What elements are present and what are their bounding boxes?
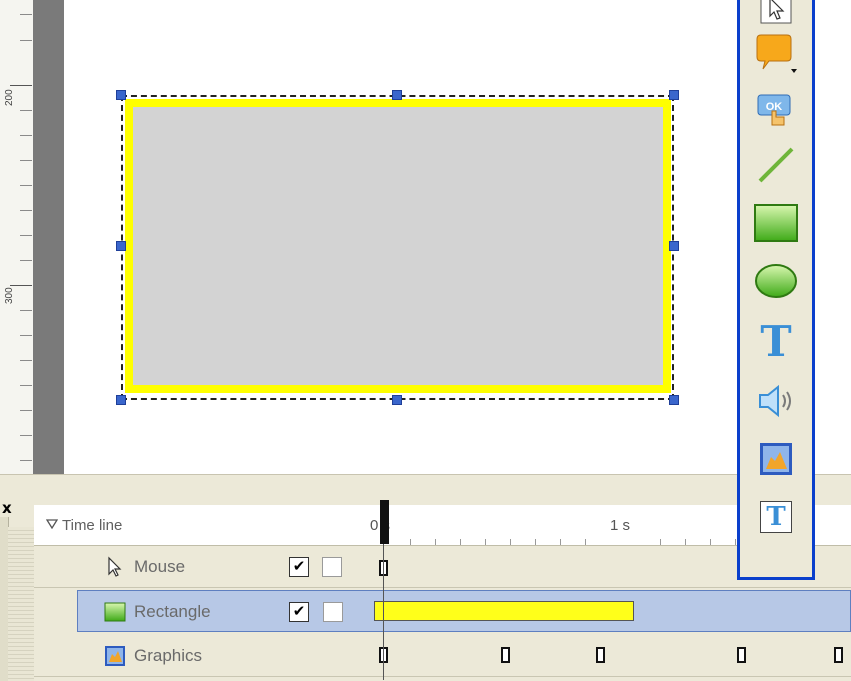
timeline-panel: x Time line 0 s 1 s Mouse ✔	[0, 474, 851, 681]
timeline-header[interactable]: Time line	[34, 505, 384, 546]
keyframe-graphics-5[interactable]	[834, 647, 843, 663]
text-tool-button[interactable]: T	[754, 316, 798, 366]
panel-grip[interactable]	[8, 527, 34, 681]
selection-outline	[121, 95, 674, 400]
resize-handle-bottom-right[interactable]	[669, 395, 679, 405]
ruler-margin	[33, 0, 64, 474]
text-icon: T	[760, 316, 792, 366]
timeline-title: Time line	[62, 516, 123, 534]
keyframe-graphics-2[interactable]	[501, 647, 510, 663]
ok-button-click-icon: OK	[754, 89, 798, 138]
resize-handle-left[interactable]	[116, 241, 126, 251]
lock-checkbox-mouse[interactable]	[322, 557, 342, 577]
select-tool-button[interactable]	[754, 0, 798, 27]
callout-tool-button[interactable]	[753, 33, 799, 82]
timeline-row-mouse[interactable]: Mouse ✔	[34, 546, 851, 588]
time-label-1s: 1 s	[610, 517, 631, 534]
row-label-mouse: Mouse	[134, 557, 186, 576]
mouse-arrow-icon	[104, 556, 126, 578]
row-label-rectangle: Rectangle	[134, 602, 211, 621]
ruler-label-200: 200	[4, 89, 15, 106]
speaker-icon	[756, 383, 796, 424]
text-animation-tool-button[interactable]: T	[754, 495, 798, 539]
image-icon	[759, 442, 793, 481]
rectangle-layer-icon	[104, 601, 126, 623]
graphics-layer-icon	[104, 645, 126, 667]
line-tool-button[interactable]	[754, 145, 798, 189]
resize-handle-top-left[interactable]	[116, 90, 126, 100]
object-toolbox: OK T T	[737, 0, 815, 580]
text-frame-icon: T	[760, 501, 792, 533]
text-frame-glyph: T	[766, 502, 786, 532]
visibility-checkbox-rectangle[interactable]: ✔	[289, 602, 309, 622]
visibility-checkbox-mouse[interactable]: ✔	[289, 557, 309, 577]
close-panel-button[interactable]: x	[2, 499, 12, 517]
resize-handle-bottom-left[interactable]	[116, 395, 126, 405]
speech-bubble-icon	[753, 33, 799, 82]
ellipse-tool-button[interactable]	[754, 261, 798, 305]
button-tool-button[interactable]: OK	[754, 91, 798, 135]
line-icon	[756, 145, 796, 190]
duration-bar-rectangle[interactable]	[374, 601, 634, 621]
ellipse-icon	[753, 261, 799, 306]
ruler-label-300: 300	[4, 287, 15, 304]
vertical-ruler: 200 300	[0, 0, 34, 474]
rectangle-icon	[753, 203, 799, 248]
keyframe-graphics-4[interactable]	[737, 647, 746, 663]
timeline-row-graphics[interactable]: Graphics	[34, 635, 851, 677]
collapse-triangle-icon[interactable]	[45, 516, 59, 534]
resize-handle-right[interactable]	[669, 241, 679, 251]
keyframe-graphics-3[interactable]	[596, 647, 605, 663]
resize-handle-bottom[interactable]	[392, 395, 402, 405]
audio-tool-button[interactable]	[754, 381, 798, 425]
lock-checkbox-rectangle[interactable]	[323, 602, 343, 622]
playhead-line	[383, 544, 384, 680]
resize-handle-top-right[interactable]	[669, 90, 679, 100]
row-label-graphics: Graphics	[134, 646, 203, 665]
playhead[interactable]	[380, 500, 389, 544]
image-tool-button[interactable]	[754, 439, 798, 483]
rectangle-tool-button[interactable]	[754, 203, 798, 247]
arrow-pointer-icon	[760, 0, 792, 29]
resize-handle-top[interactable]	[392, 90, 402, 100]
